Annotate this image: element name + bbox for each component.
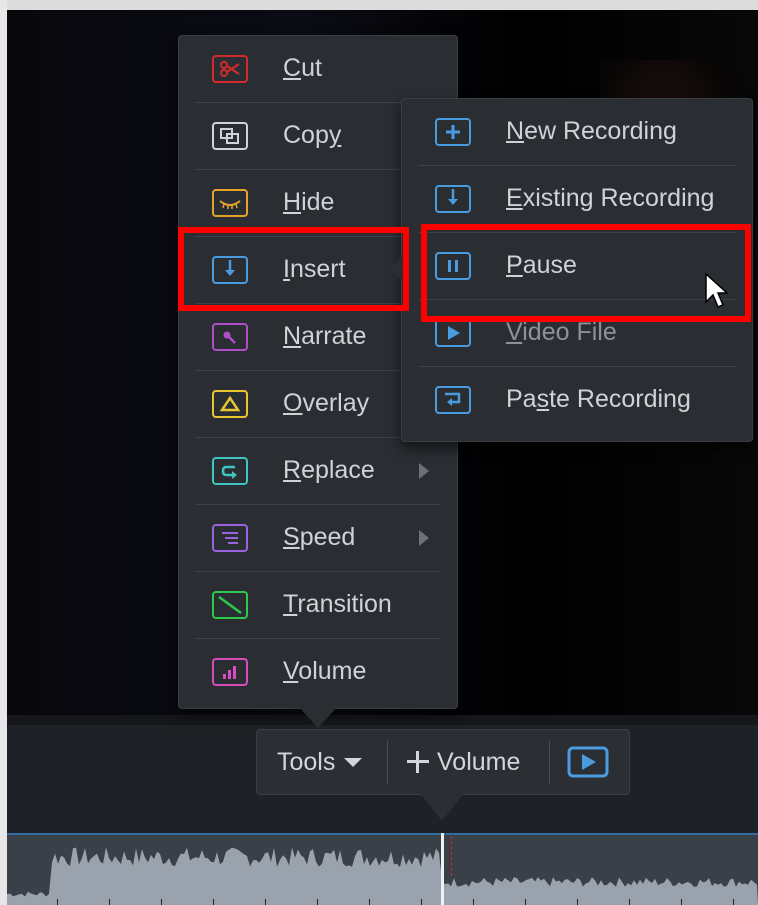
submenu-item-label: Video File [506,318,617,346]
plus-icon [407,751,429,773]
volume-label: Volume [437,747,521,776]
speed-icon [212,524,248,552]
submenu-item-paste-recording[interactable]: Paste Recording [402,367,752,434]
paste-icon [435,386,471,414]
scissors-icon [212,55,248,83]
replace-icon [212,457,248,485]
menu-item-volume[interactable]: Volume [179,639,457,706]
timeline-toolbar: Tools Volume [256,729,630,795]
mouse-cursor-icon [705,272,729,308]
volume-bars-icon [212,658,248,686]
menu-item-label: Cut [283,54,322,82]
submenu-item-new-recording[interactable]: New Recording [402,99,752,166]
tools-menu-pointer [298,706,338,728]
menu-item-label: Hide [283,188,335,216]
submenu-item-label: Existing Recording [506,184,715,212]
submenu-item-existing-recording[interactable]: Existing Recording [402,166,752,233]
tools-dropdown-button[interactable]: Tools [277,730,363,794]
transition-icon [212,591,248,619]
preview-play-button[interactable] [567,730,609,794]
hide-eye-icon [212,189,248,217]
menu-item-label: Overlay [283,389,370,417]
playhead[interactable] [441,833,444,905]
audio-waveform [7,847,758,905]
overlay-triangle-icon [212,390,248,418]
submenu-arrow-icon [419,463,429,479]
play-box-icon [567,746,609,778]
submenu-arrow-icon [419,530,429,546]
window-top-edge [0,0,758,10]
menu-item-replace[interactable]: Replace [179,438,457,505]
menu-item-cut[interactable]: Cut [179,36,457,103]
add-volume-button[interactable]: Volume [405,730,520,794]
plus-box-icon [435,118,471,146]
menu-item-label: Volume [283,657,367,685]
chevron-down-icon [344,758,363,767]
audio-timeline[interactable] [7,833,758,905]
window-left-edge [0,0,7,905]
tools-label: Tools [277,747,336,776]
menu-item-label: Narrate [283,322,367,350]
menu-item-speed[interactable]: Speed [179,505,457,572]
pause-highlight-box [421,224,751,322]
insert-highlight-box [178,227,409,311]
menu-item-label: Speed [283,523,356,551]
menu-item-transition[interactable]: Transition [179,572,457,639]
submenu-item-label: New Recording [506,117,677,145]
menu-item-label: Replace [283,456,375,484]
toolbar-pointer [420,793,464,821]
menu-item-label: Transition [283,590,392,618]
copy-icon [212,122,248,150]
submenu-item-label: Paste Recording [506,385,691,413]
microphone-icon [212,323,248,351]
insert-icon [435,185,471,213]
playhead-marker [451,836,453,876]
menu-item-label: Copy [283,121,342,149]
play-box-icon [435,319,471,347]
